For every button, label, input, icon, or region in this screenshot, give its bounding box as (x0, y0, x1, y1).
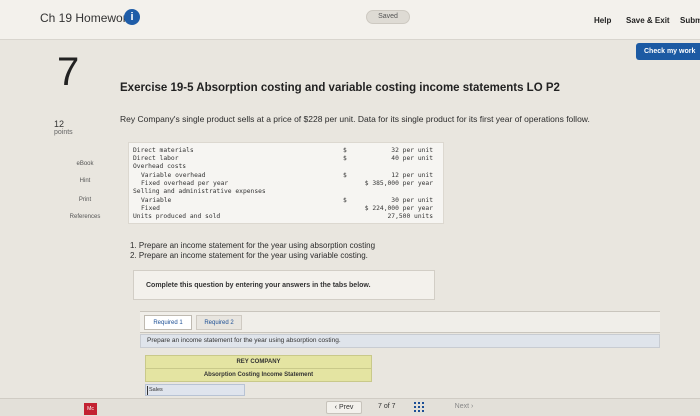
exercise-title: Exercise 19-5 Absorption costing and var… (120, 82, 560, 94)
page-current: 7 (378, 403, 382, 410)
points-value: 12 (54, 119, 65, 129)
tab-prompt-bar: Prepare an income statement for the year… (140, 334, 660, 348)
text-cursor (147, 386, 148, 395)
complete-question-text: Complete this question by entering your … (146, 282, 371, 289)
top-bar: Ch 19 Homework i Saved Help Save & Exit … (0, 0, 700, 40)
help-link[interactable]: Help (594, 16, 611, 25)
page-indicator: 7 of 7 (378, 403, 396, 410)
sales-input-row[interactable]: Sales (145, 384, 245, 396)
tab-prompt-text: Prepare an income statement for the year… (147, 337, 341, 344)
row-label: Direct materials (133, 147, 194, 154)
save-exit-link[interactable]: Save & Exit (626, 16, 670, 25)
bottom-navigation-bar: Mc ‹ Prev 7 of 7 Next › (0, 398, 700, 416)
prev-button[interactable]: ‹ Prev (326, 401, 362, 414)
instruction-2: 2. Prepare an income statement for the y… (130, 251, 368, 260)
tab-strip: Required 1 Required 2 (140, 311, 660, 333)
homework-title: Ch 19 Homework (40, 11, 133, 25)
question-intro: Rey Company's single product sells at a … (120, 114, 590, 124)
product-data-table: Direct materials $ 32 per unit Direct la… (128, 142, 444, 224)
hint-link[interactable]: Hint (60, 178, 110, 184)
row-dollar: $ (343, 172, 347, 179)
row-value: 12 per unit (391, 172, 433, 179)
complete-question-banner: Complete this question by entering your … (133, 270, 435, 300)
prev-label: Prev (338, 404, 354, 411)
row-label: Fixed overhead per year (141, 180, 229, 187)
tab-required-1[interactable]: Required 1 (144, 315, 192, 330)
saved-status-badge: Saved (366, 10, 410, 24)
print-link[interactable]: Print (60, 197, 110, 203)
row-dollar: $ (343, 147, 347, 154)
row-label: Variable overhead (141, 172, 206, 179)
next-label: Next (454, 403, 470, 410)
sales-label: Sales (149, 387, 163, 393)
next-button[interactable]: Next › (446, 401, 482, 414)
chevron-left-icon: ‹ (334, 404, 337, 411)
row-dollar: $ (343, 197, 347, 204)
row-value: $ 224,000 per year (364, 205, 433, 212)
row-label: Overhead costs (133, 163, 187, 170)
row-value: 32 per unit (391, 147, 433, 154)
row-value: $ 385,000 per year (364, 180, 433, 187)
row-label: Direct labor (133, 155, 179, 162)
row-value: 27,500 units (387, 213, 434, 220)
page-total: 7 (391, 403, 396, 410)
page-of: of (383, 403, 390, 410)
tab-required-2[interactable]: Required 2 (196, 315, 242, 330)
submit-link[interactable]: Subm (680, 16, 700, 25)
references-link[interactable]: References (60, 214, 110, 220)
statement-company-name: REY COMPANY (145, 355, 372, 369)
instruction-1: 1. Prepare an income statement for the y… (130, 241, 376, 250)
statement-subtitle: Absorption Costing Income Statement (145, 368, 372, 382)
ebook-link[interactable]: eBook (60, 161, 110, 167)
row-label: Selling and administrative expenses (133, 188, 266, 195)
row-label: Variable (141, 197, 172, 204)
points-label: points (54, 129, 73, 136)
question-grid-icon[interactable] (414, 402, 424, 412)
row-value: 40 per unit (391, 155, 433, 162)
row-label: Units produced and sold (133, 213, 221, 220)
row-label: Fixed (141, 205, 160, 212)
chevron-right-icon: › (471, 403, 474, 410)
row-dollar: $ (343, 155, 347, 162)
check-my-work-button[interactable]: Check my work (636, 43, 700, 60)
row-value: 30 per unit (391, 197, 433, 204)
mcgraw-hill-logo: Mc (84, 403, 97, 415)
question-number: 7 (57, 50, 80, 94)
info-icon[interactable]: i (124, 9, 140, 25)
